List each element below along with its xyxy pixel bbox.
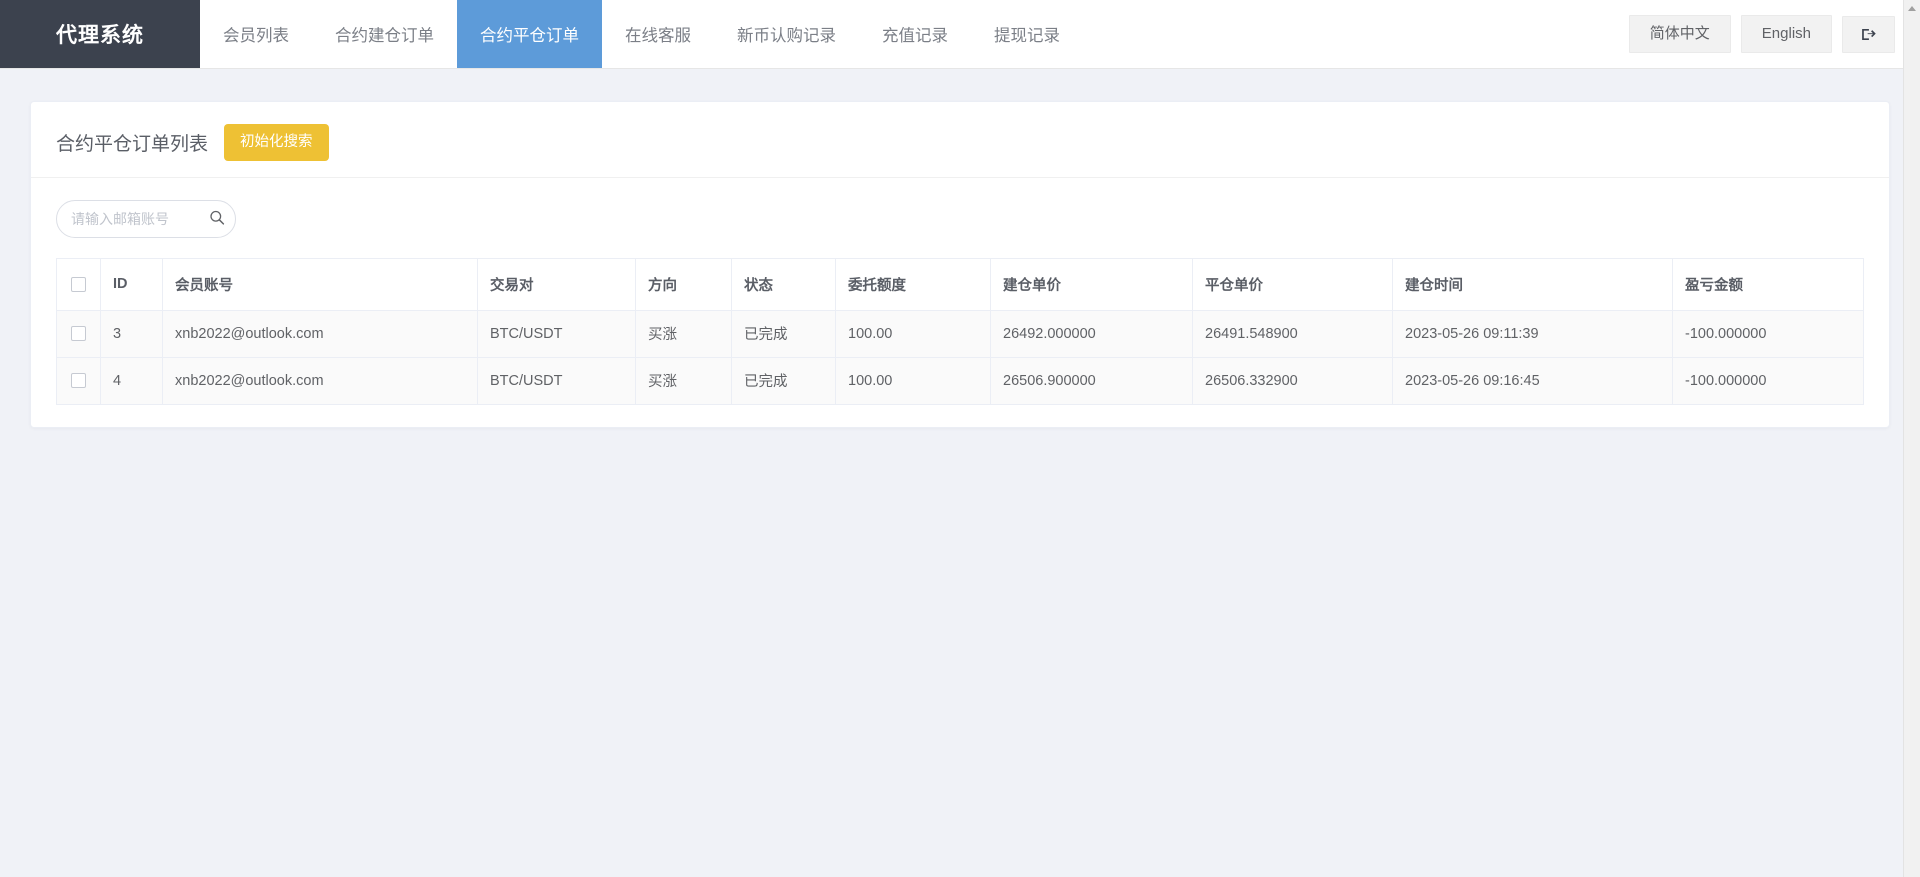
navbar-actions: 简体中文 English [1628,0,1920,68]
search-field-wrapper [56,199,236,238]
header-status: 状态 [731,258,836,311]
nav-item-online-support[interactable]: 在线客服 [602,0,714,68]
cell-close-price: 26506.332900 [1192,357,1393,405]
page-scrollbar[interactable] [1903,0,1920,877]
header-direction: 方向 [635,258,732,311]
header-open-time: 建仓时间 [1392,258,1673,311]
header-pair: 交易对 [477,258,636,311]
cell-account: xnb2022@outlook.com [162,357,478,405]
nav-item-member-list[interactable]: 会员列表 [200,0,312,68]
cell-amount: 100.00 [835,310,991,358]
cell-status: 已完成 [731,357,836,405]
header-select-all [56,258,101,311]
card-header: 合约平仓订单列表 初始化搜索 [31,102,1889,178]
nav-item-new-coin-subscription[interactable]: 新币认购记录 [714,0,859,68]
table-row[interactable]: 3 xnb2022@outlook.com BTC/USDT 买涨 已完成 10… [56,310,1864,358]
orders-card: 合约平仓订单列表 初始化搜索 请输入邮箱账号 ID 会员账号 交易对 方向 状态… [30,101,1890,428]
page-content: 合约平仓订单列表 初始化搜索 请输入邮箱账号 ID 会员账号 交易对 方向 状态… [0,69,1920,877]
cell-direction: 买涨 [635,357,732,405]
row-checkbox[interactable] [71,326,86,342]
scrollbar-up-arrow[interactable] [1904,0,1920,17]
header-open-price: 建仓单价 [990,258,1193,311]
cell-pair: BTC/USDT [477,310,636,358]
nav-item-open-orders[interactable]: 合约建仓订单 [312,0,457,68]
logout-icon [1860,26,1877,43]
cell-open-time: 2023-05-26 09:11:39 [1392,310,1673,358]
header-account: 会员账号 [162,258,478,311]
table-header-row: ID 会员账号 交易对 方向 状态 委托额度 建仓单价 平仓单价 建仓时间 盈亏… [56,258,1864,311]
table-container: ID 会员账号 交易对 方向 状态 委托额度 建仓单价 平仓单价 建仓时间 盈亏… [31,238,1889,405]
cell-amount: 100.00 [835,357,991,405]
close-orders-table: ID 会员账号 交易对 方向 状态 委托额度 建仓单价 平仓单价 建仓时间 盈亏… [56,257,1864,405]
cell-pnl: -100.000000 [1672,310,1864,358]
select-all-checkbox[interactable] [71,276,86,292]
cell-direction: 买涨 [635,310,732,358]
main-nav: 会员列表 合约建仓订单 合约平仓订单 在线客服 新币认购记录 充值记录 提现记录 [200,0,1083,68]
cell-account: xnb2022@outlook.com [162,310,478,358]
row-checkbox[interactable] [71,373,86,389]
cell-pair: BTC/USDT [477,357,636,405]
search-row [31,178,1889,238]
logout-button[interactable] [1842,15,1895,53]
language-chinese-button[interactable]: 简体中文 [1628,14,1731,54]
row-select-cell [56,357,101,405]
cell-status: 已完成 [731,310,836,358]
reset-search-button[interactable]: 初始化搜索 [224,124,329,161]
table-header: ID 会员账号 交易对 方向 状态 委托额度 建仓单价 平仓单价 建仓时间 盈亏… [56,258,1864,311]
header-amount: 委托额度 [835,258,991,311]
chevron-up-icon [1908,6,1916,11]
search-icon [209,209,225,228]
page-title: 合约平仓订单列表 [56,133,209,155]
language-english-button[interactable]: English [1740,14,1832,54]
table-row[interactable]: 4 xnb2022@outlook.com BTC/USDT 买涨 已完成 10… [56,357,1864,405]
cell-open-price: 26506.900000 [990,357,1193,405]
nav-item-deposit-records[interactable]: 充值记录 [859,0,971,68]
top-navbar: 代理系统 会员列表 合约建仓订单 合约平仓订单 在线客服 新币认购记录 充值记录… [0,0,1920,69]
scrollbar-thumb[interactable] [1906,17,1919,317]
brand-logo: 代理系统 [0,0,200,68]
search-button[interactable] [209,209,225,228]
cell-close-price: 26491.548900 [1192,310,1393,358]
cell-open-time: 2023-05-26 09:16:45 [1392,357,1673,405]
header-close-price: 平仓单价 [1192,258,1393,311]
cell-id: 4 [100,357,163,405]
nav-item-close-orders[interactable]: 合约平仓订单 [457,0,602,68]
cell-open-price: 26492.000000 [990,310,1193,358]
table-body: 3 xnb2022@outlook.com BTC/USDT 买涨 已完成 10… [56,310,1864,405]
header-id: ID [100,258,163,311]
row-select-cell [56,310,101,358]
nav-item-withdraw-records[interactable]: 提现记录 [971,0,1083,68]
cell-id: 3 [100,310,163,358]
header-pnl: 盈亏金额 [1672,258,1864,311]
cell-pnl: -100.000000 [1672,357,1864,405]
